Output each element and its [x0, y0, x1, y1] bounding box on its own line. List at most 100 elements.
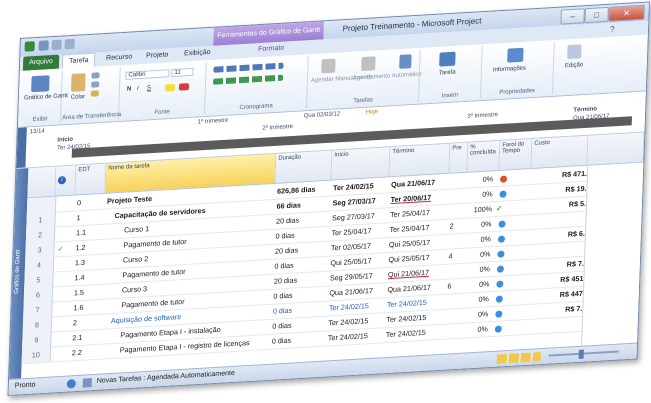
- row-number[interactable]: 10: [21, 346, 52, 364]
- insert-task-button[interactable]: Tarefa: [439, 70, 456, 77]
- header-farol[interactable]: Farol do Tempo: [499, 139, 533, 171]
- link-task-icons[interactable]: [212, 74, 284, 85]
- edt-cell[interactable]: 0: [77, 194, 106, 211]
- completed-check-icon[interactable]: ✓: [53, 240, 78, 256]
- find-icon[interactable]: [567, 44, 582, 60]
- edt-cell[interactable]: 2.2: [72, 344, 101, 361]
- edt-cell[interactable]: 1.5: [74, 284, 103, 301]
- predecessor-cell[interactable]: [446, 308, 463, 324]
- header-end[interactable]: Término: [389, 143, 451, 178]
- row-indicator[interactable]: [50, 330, 71, 346]
- auto-schedule-button[interactable]: Agendamento Automático: [353, 72, 422, 82]
- percent-complete-cell[interactable]: 0%: [465, 216, 492, 233]
- predecessor-cell[interactable]: [450, 203, 467, 219]
- task-icon[interactable]: [439, 51, 456, 67]
- format-painter-icon[interactable]: [90, 90, 100, 97]
- predecessor-cell[interactable]: [448, 263, 465, 279]
- percent-complete-cell[interactable]: 0%: [462, 321, 489, 338]
- edt-cell[interactable]: 1.2: [75, 239, 104, 256]
- row-indicator[interactable]: [52, 270, 73, 286]
- predecessor-cell[interactable]: [451, 173, 468, 189]
- task-grid: i EDT Nome da tarefa Duração Início Térm…: [21, 132, 645, 379]
- status-check-icon: ✓: [495, 203, 503, 213]
- application-window: Ferramentas do Gráfico de Gantt Projeto …: [7, 1, 651, 397]
- predecessor-cell[interactable]: 4: [448, 248, 465, 264]
- duration-cell[interactable]: 0 dias: [272, 331, 327, 349]
- percent-complete-cell[interactable]: 0%: [466, 186, 493, 203]
- information-icon[interactable]: [507, 47, 524, 63]
- paste-button[interactable]: Colar: [71, 94, 86, 101]
- header-percent[interactable]: % concluída: [467, 140, 501, 173]
- header-start[interactable]: Início: [331, 147, 391, 181]
- row-indicator[interactable]: [53, 255, 74, 271]
- predecessor-cell[interactable]: [449, 233, 466, 249]
- undo-icon[interactable]: [51, 39, 62, 51]
- help-icon[interactable]: ?: [610, 24, 615, 33]
- indent-icons[interactable]: [213, 62, 284, 73]
- font-size-select[interactable]: 11: [171, 67, 194, 78]
- farol-cell[interactable]: [492, 319, 525, 336]
- cost-cell[interactable]: [528, 316, 583, 334]
- header-cost[interactable]: Custo: [531, 135, 589, 170]
- maximize-button[interactable]: □: [584, 6, 609, 24]
- percent-complete-cell[interactable]: 0%: [467, 171, 494, 188]
- row-indicator[interactable]: [55, 195, 76, 211]
- copy-icon[interactable]: [91, 81, 100, 88]
- status-ready: Pronto: [14, 381, 36, 390]
- header-predecessors[interactable]: Pre: [449, 142, 469, 174]
- end-cell[interactable]: Ter 24/02/15: [386, 324, 445, 342]
- redo-icon[interactable]: [64, 38, 75, 50]
- predecessor-cell[interactable]: 2: [449, 218, 466, 234]
- start-cell[interactable]: Ter 24/02/15: [328, 327, 385, 345]
- percent-complete-cell[interactable]: 100%: [466, 201, 493, 218]
- underline-button[interactable]: S: [147, 85, 151, 91]
- inspect-icon[interactable]: [399, 54, 412, 69]
- predecessor-cell[interactable]: [450, 188, 467, 204]
- paste-icon[interactable]: [71, 73, 86, 92]
- highlight-icon[interactable]: [164, 83, 176, 92]
- gantt-chart-icon[interactable]: [31, 75, 50, 93]
- row-indicator[interactable]: [50, 345, 71, 361]
- percent-complete-cell[interactable]: 0%: [463, 276, 490, 293]
- row-indicator[interactable]: [54, 210, 75, 226]
- edt-cell[interactable]: 2: [73, 314, 102, 331]
- zoom-slider-thumb[interactable]: [578, 349, 584, 359]
- percent-complete-cell[interactable]: 0%: [463, 291, 490, 308]
- information-button[interactable]: Informações: [493, 66, 526, 74]
- edt-cell[interactable]: 1.4: [74, 269, 103, 286]
- macro-icon[interactable]: [66, 379, 76, 389]
- font-color-icon[interactable]: [178, 83, 190, 91]
- close-button[interactable]: ✕: [608, 4, 645, 22]
- row-indicator[interactable]: [52, 285, 73, 301]
- predecessor-cell[interactable]: 6: [447, 278, 464, 294]
- auto-schedule-icon[interactable]: [361, 56, 376, 72]
- save-icon[interactable]: [38, 40, 49, 51]
- percent-complete-cell[interactable]: 0%: [462, 306, 489, 323]
- percent-complete-cell[interactable]: 0%: [464, 246, 491, 263]
- font-name-select[interactable]: Calibri: [125, 69, 170, 80]
- header-duration[interactable]: Duração: [275, 150, 333, 184]
- bold-button[interactable]: N: [127, 86, 132, 92]
- status-new-tasks-mode[interactable]: Novas Tarefas : Agendada Automaticamente: [97, 370, 235, 385]
- edt-cell[interactable]: 1.3: [75, 254, 104, 271]
- cut-icon[interactable]: [91, 72, 100, 79]
- minimize-button[interactable]: –: [560, 8, 585, 25]
- predecessor-cell[interactable]: [446, 323, 463, 339]
- edt-cell[interactable]: 1.6: [73, 299, 102, 316]
- edt-cell[interactable]: 1.1: [76, 224, 105, 241]
- row-indicator[interactable]: [51, 300, 72, 316]
- italic-button[interactable]: I: [137, 86, 139, 92]
- manual-schedule-icon[interactable]: [321, 58, 336, 74]
- gantt-view-button[interactable]: Gráfico de Gantt: [24, 93, 68, 102]
- edt-cell[interactable]: 2.1: [72, 329, 101, 346]
- percent-complete-cell[interactable]: 0%: [464, 261, 491, 278]
- predecessor-cell[interactable]: [447, 293, 464, 309]
- edt-cell[interactable]: 1: [76, 209, 105, 226]
- row-indicator[interactable]: [54, 225, 75, 241]
- percent-complete-cell[interactable]: 0%: [465, 231, 492, 248]
- header-edt[interactable]: EDT: [75, 163, 107, 196]
- editing-button[interactable]: Edição: [565, 62, 584, 69]
- view-shortcut-icons[interactable]: [496, 352, 541, 364]
- gantt-chart-area[interactable]: [581, 162, 645, 346]
- row-indicator[interactable]: [51, 315, 72, 331]
